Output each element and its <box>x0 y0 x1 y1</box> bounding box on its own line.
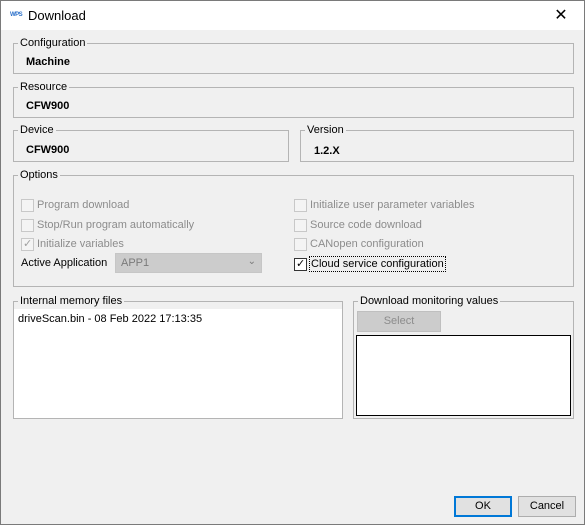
monitoring-legend: Download monitoring values <box>358 295 501 308</box>
internal-memory-legend: Internal memory files <box>18 295 125 308</box>
window-title: Download <box>28 8 86 23</box>
checkbox-label: Stop/Run program automatically <box>37 219 195 231</box>
chevron-down-icon: ⌄ <box>247 256 256 267</box>
active-application-label: Active Application <box>21 257 108 269</box>
checkbox-box <box>21 199 34 212</box>
app-logo-icon: WPS <box>10 12 23 18</box>
checkbox-box <box>294 238 307 251</box>
checkbox-box: ✓ <box>294 258 307 271</box>
select-button[interactable]: Select <box>357 311 441 332</box>
checkbox-label: Initialize user parameter variables <box>310 199 475 211</box>
memory-files-list[interactable]: driveScan.bin - 08 Feb 2022 17:13:35 <box>14 309 342 418</box>
list-item[interactable]: driveScan.bin - 08 Feb 2022 17:13:35 <box>18 313 202 325</box>
title-bar: WPS Download ✕ <box>1 1 584 30</box>
active-application-select[interactable]: APP1 ⌄ <box>115 253 262 273</box>
configuration-group: Configuration Machine <box>13 37 574 74</box>
active-application-value: APP1 <box>121 257 150 269</box>
checkbox-label: Source code download <box>310 219 422 231</box>
checkbox-label: CANopen configuration <box>310 238 424 250</box>
options-legend: Options <box>18 169 60 182</box>
device-legend: Device <box>18 124 56 137</box>
checkbox-label: Cloud service configuration <box>309 256 446 272</box>
checkbox-box <box>294 199 307 212</box>
checkbox-box <box>294 219 307 232</box>
configuration-legend: Configuration <box>18 37 88 50</box>
check-icon: ✓ <box>296 258 306 270</box>
ok-button[interactable]: OK <box>454 496 512 517</box>
download-dialog: WPS Download ✕ Configuration Machine Res… <box>0 0 585 525</box>
check-icon: ✓ <box>23 238 33 250</box>
device-value: CFW900 <box>26 144 70 156</box>
checkbox-box <box>21 219 34 232</box>
version-group: Version 1.2.X <box>300 124 574 162</box>
configuration-value: Machine <box>26 56 71 68</box>
resource-group: Resource CFW900 <box>13 81 574 118</box>
cancel-button[interactable]: Cancel <box>518 496 576 517</box>
checkbox-box: ✓ <box>21 238 34 251</box>
checkbox-label: Initialize variables <box>37 238 124 250</box>
resource-legend: Resource <box>18 81 70 94</box>
version-value: 1.2.X <box>314 145 340 157</box>
checkbox-label: Program download <box>37 199 130 211</box>
close-button[interactable]: ✕ <box>538 1 584 30</box>
resource-value: CFW900 <box>26 100 70 112</box>
device-group: Device CFW900 <box>13 124 289 162</box>
monitoring-values-list[interactable] <box>356 335 571 416</box>
version-legend: Version <box>305 124 346 137</box>
